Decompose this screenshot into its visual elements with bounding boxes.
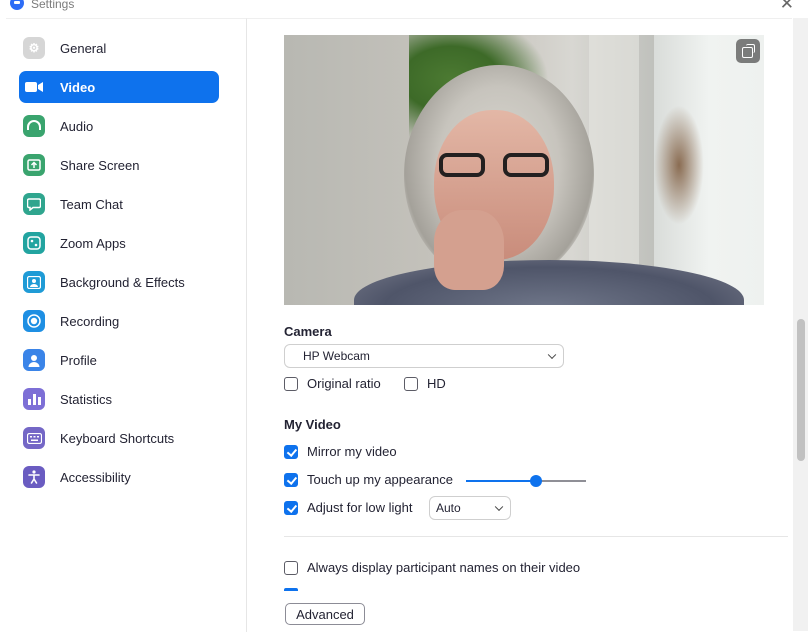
headphones-icon (23, 115, 45, 137)
low-light-mode-select[interactable]: Auto (429, 496, 511, 520)
sidebar-item-team-chat[interactable]: Team Chat (19, 188, 219, 220)
sidebar-item-accessibility[interactable]: Accessibility (19, 461, 219, 493)
accessibility-icon (23, 466, 45, 488)
person-background-icon (23, 271, 45, 293)
sidebar-item-label: Zoom Apps (60, 235, 126, 251)
sidebar-item-recording[interactable]: Recording (19, 305, 219, 337)
sidebar-item-label: Share Screen (60, 157, 140, 173)
apps-grid-icon (23, 232, 45, 254)
sidebar-item-keyboard-shortcuts[interactable]: Keyboard Shortcuts (19, 422, 219, 454)
hd-checkbox[interactable] (404, 377, 418, 391)
sidebar-item-label: Team Chat (60, 196, 123, 212)
sidebar-item-label: Profile (60, 352, 97, 368)
bar-chart-icon (23, 388, 45, 410)
chevron-down-icon (547, 350, 557, 360)
original-ratio-label: Original ratio (307, 376, 381, 391)
video-settings-panel: Camera HP Webcam Original ratio HD My Vi… (247, 18, 792, 632)
partially-visible-checkbox[interactable] (284, 588, 298, 591)
sidebar-item-video[interactable]: Video (19, 71, 219, 103)
settings-sidebar: ⚙ General Video Audio Share Screen Team … (6, 18, 247, 632)
sidebar-item-label: Statistics (60, 391, 113, 407)
sidebar-item-background-effects[interactable]: Background & Effects (19, 266, 219, 298)
settings-window: Settings ✕ ⚙ General Video Audio Share S… (6, 0, 808, 632)
sidebar-item-label: General (60, 40, 107, 56)
sidebar-item-label: Keyboard Shortcuts (60, 430, 175, 446)
hd-label: HD (427, 376, 446, 391)
chevron-down-icon (494, 502, 504, 512)
touch-up-label: Touch up my appearance (307, 472, 453, 487)
sidebar-item-label: Video (60, 79, 96, 95)
touch-up-slider-thumb[interactable] (529, 475, 542, 487)
participant-names-label: Always display participant names on thei… (307, 560, 581, 575)
sidebar-item-statistics[interactable]: Statistics (19, 383, 219, 415)
chat-bubble-icon (23, 193, 45, 215)
keyboard-icon (23, 427, 45, 449)
sidebar-item-label: Recording (60, 313, 120, 329)
sidebar-item-profile[interactable]: Profile (19, 344, 219, 376)
participant-names-checkbox[interactable] (284, 561, 298, 575)
mirror-video-label: Mirror my video (307, 444, 397, 459)
camera-select[interactable]: HP Webcam (284, 344, 564, 368)
sidebar-item-label: Background & Effects (60, 274, 185, 290)
content-scrollbar[interactable] (793, 18, 808, 631)
camera-preview (284, 35, 764, 305)
sidebar-item-label: Accessibility (60, 469, 131, 485)
camera-select-value: HP Webcam (303, 349, 370, 363)
title-bar: Settings ✕ (6, 0, 802, 18)
touch-up-slider[interactable] (466, 475, 586, 487)
touch-up-slider-fill (466, 480, 536, 482)
sidebar-item-general[interactable]: ⚙ General (19, 32, 219, 64)
sidebar-item-share-screen[interactable]: Share Screen (19, 149, 219, 181)
close-icon[interactable]: ✕ (780, 0, 794, 13)
low-light-label: Adjust for low light (307, 500, 413, 515)
sidebar-item-audio[interactable]: Audio (19, 110, 219, 142)
profile-person-icon (23, 349, 45, 371)
low-light-checkbox[interactable] (284, 501, 298, 515)
window-title: Settings (31, 0, 75, 11)
sidebar-item-zoom-apps[interactable]: Zoom Apps (19, 227, 219, 259)
zoom-logo-icon (10, 0, 24, 10)
camera-heading: Camera (284, 324, 332, 339)
advanced-button[interactable]: Advanced (285, 603, 365, 625)
gear-icon: ⚙ (23, 37, 45, 59)
scrollbar-thumb[interactable] (797, 319, 805, 461)
touch-up-checkbox[interactable] (284, 473, 298, 487)
original-ratio-checkbox[interactable] (284, 377, 298, 391)
mirror-video-checkbox[interactable] (284, 445, 298, 459)
low-light-mode-value: Auto (436, 501, 461, 515)
my-video-heading: My Video (284, 417, 341, 432)
rotate-camera-icon[interactable] (736, 39, 760, 63)
share-screen-icon (23, 154, 45, 176)
video-camera-icon (23, 76, 45, 98)
section-divider (284, 536, 788, 537)
record-icon (23, 310, 45, 332)
sidebar-item-label: Audio (60, 118, 94, 134)
